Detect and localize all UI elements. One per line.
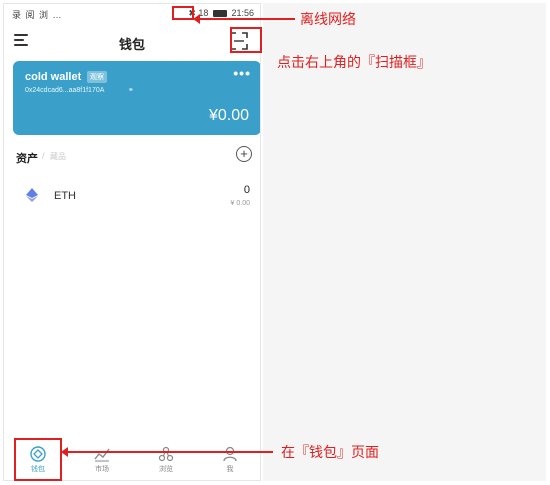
scan-highlight-box [230,27,262,53]
status-bar: 录 阅 浏 … ✖ 18 21:56 [4,4,260,24]
asset-row-eth[interactable]: ETH 0 ¥ 0.00 [16,182,250,214]
assets-tab[interactable]: 资产 [16,150,38,166]
wallet-card[interactable]: cold wallet 观察 0x24cdcad6...aa8f1f170A ⚭… [13,61,260,135]
profile-tab-icon [223,446,237,462]
status-time: 21:56 [231,8,254,18]
eth-icon [26,188,38,202]
status-left-icons: 录 阅 浏 … [12,10,63,20]
tab-browse-label: 浏览 [159,466,173,473]
wallet-page-note: 在『钱包』页面 [281,445,379,461]
add-asset-icon[interactable]: + [236,146,252,162]
page-title: 钱包 [118,37,145,52]
wallet-balance: ¥0.00 [208,107,249,124]
assets-header: 资产 / 藏品 + [16,146,252,170]
wallet-name: cold wallet [25,71,82,83]
asset-symbol: ETH [54,190,76,202]
asset-fiat-value: ¥ 0.00 [230,200,250,207]
offline-highlight-box [172,6,194,20]
market-tab-icon [94,448,110,462]
wallet-tab-highlight-box [14,438,62,481]
asset-amount: 0 [243,184,250,196]
tab-me-label: 我 [226,466,234,473]
top-bar: 钱包 [4,26,260,56]
scan-note: 点击右上角的『扫描框』 [277,55,431,71]
collectibles-tab[interactable]: 藏品 [50,151,66,162]
side-panel-background [263,3,546,481]
more-icon[interactable]: ••• [233,65,251,81]
offline-note: 离线网络 [300,12,356,28]
assets-separator: / [42,151,45,161]
wallet-type-badge: 观察 [87,71,107,83]
wallet-tab-arrow [61,447,273,457]
browse-tab-icon [158,446,174,462]
tab-market-label: 市场 [95,466,109,473]
battery-icon [212,10,227,18]
phone-screen: 录 阅 浏 … ✖ 18 21:56 钱包 cold wallet 观察 0x2… [3,3,261,481]
offline-arrow [193,14,295,24]
wallet-address: 0x24cdcad6...aa8f1f170A [25,87,105,94]
copy-icon[interactable]: ⚭ [128,86,134,94]
